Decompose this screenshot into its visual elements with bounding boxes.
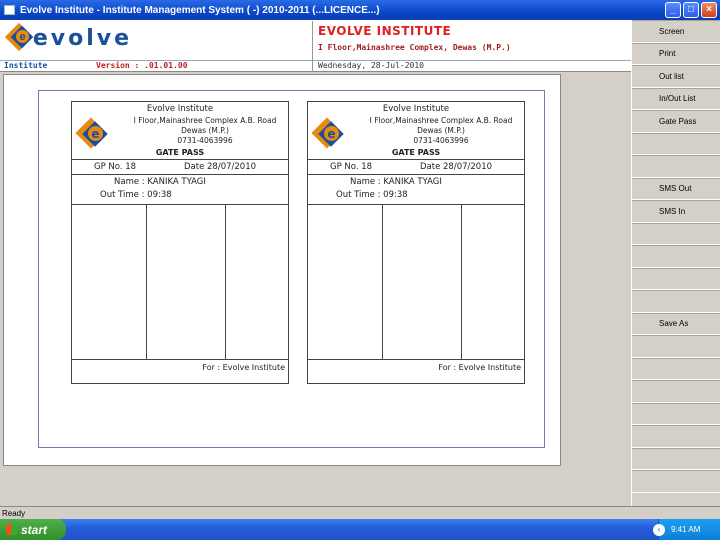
gp-number: GP No. 18 [330,162,373,172]
taskbar: start ‹ 9:41 AM [0,519,720,540]
status-text: Ready [2,508,26,518]
blank-button[interactable] [632,357,720,380]
blank-button[interactable] [632,402,720,425]
start-label: start [21,522,48,537]
report-viewer[interactable]: e Evolve Institute I Floor,Mainashree Co… [3,74,561,466]
blank-button[interactable] [632,470,720,493]
pass-number-row: GP No. 18 Date 28/07/2010 [72,160,288,175]
close-button[interactable]: × [701,2,717,18]
institute-label: Institute [4,61,48,70]
viewer-margin [561,74,629,466]
pass-date: Date 28/07/2010 [420,162,493,172]
window-controls: _ □ × [665,2,717,18]
pass-logo-icon: e [311,117,346,152]
pass-address: I Floor,Mainashree Complex A.B. Road Dew… [133,116,277,145]
pass-header: e Evolve Institute I Floor,Mainashree Co… [72,102,288,160]
save-as-button[interactable]: Save As [632,312,720,335]
window-title: Evolve Institute - Institute Management … [20,4,380,16]
blank-button[interactable] [632,335,720,358]
tray-arrow-icon[interactable]: ‹ [653,523,665,536]
app-header: e evolve EVOLVE INSTITUTE I Floor,Mainas… [0,20,631,72]
pass-header: e Evolve Institute I Floor,Mainashree Co… [308,102,524,160]
action-panel: Screen Print Out list In/Out List Gate P… [631,20,720,506]
out-time: Out Time : 09:38 [100,190,172,200]
pass-footer: For : Evolve Institute [308,360,524,383]
evolve-logo: e evolve [4,22,132,53]
student-name: Name : KANIKA TYAGI [114,177,206,187]
pass-title: GATE PASS [391,148,441,157]
clock: 9:41 AM [671,525,701,534]
system-tray: ‹ 9:41 AM [653,519,720,540]
logo-mark-icon: e [4,22,34,52]
pass-signature: For : Evolve Institute [438,363,521,372]
institute-address: I Floor,Mainashree Complex, Dewas (M.P.) [318,43,511,52]
in-out-list-button[interactable]: In/Out List [632,87,720,110]
pass-address: I Floor,Mainashree Complex A.B. Road Dew… [369,116,513,145]
blank-button[interactable] [632,132,720,155]
out-time: Out Time : 09:38 [336,190,408,200]
pass-signature: For : Evolve Institute [202,363,285,372]
blank-button[interactable] [632,155,720,178]
logo-text: evolve [32,25,132,51]
pass-info-row: Name : KANIKA TYAGI Out Time : 09:38 [72,175,288,205]
pass-footer: For : Evolve Institute [72,360,288,383]
title-bar[interactable]: Evolve Institute - Institute Management … [0,0,720,20]
pass-institute-name: Evolve Institute [382,104,450,114]
blank-button[interactable] [632,290,720,313]
pass-logo-icon: e [75,117,110,152]
header-divider [312,21,313,72]
blank-button[interactable] [632,425,720,448]
pass-info-row: Name : KANIKA TYAGI Out Time : 09:38 [308,175,524,205]
blank-button[interactable] [632,267,720,290]
version-label: Version : .01.01.00 [96,61,188,70]
blank-button[interactable] [632,380,720,403]
windows-flag-icon [6,524,17,535]
app-icon [4,5,15,15]
minimize-button[interactable]: _ [665,2,681,18]
maximize-button[interactable]: □ [683,2,699,18]
info-row: Institute Version : .01.01.00 Wednesday,… [0,21,631,72]
sms-out-button[interactable]: SMS Out [632,177,720,200]
current-date: Wednesday, 28-Jul-2010 [318,61,424,70]
report-page: e Evolve Institute I Floor,Mainashree Co… [38,90,545,448]
sms-in-button[interactable]: SMS In [632,200,720,223]
out-list-button[interactable]: Out list [632,65,720,88]
pass-grid [308,205,524,360]
gate-pass-card: e Evolve Institute I Floor,Mainashree Co… [71,101,289,384]
blank-button[interactable] [632,245,720,268]
start-button[interactable]: start [0,519,66,540]
screen-button[interactable]: Screen [632,20,720,43]
pass-institute-name: Evolve Institute [146,104,214,114]
blank-button[interactable] [632,222,720,245]
gate-pass-card: e Evolve Institute I Floor,Mainashree Co… [307,101,525,384]
pass-title: GATE PASS [155,148,205,157]
pass-date: Date 28/07/2010 [184,162,257,172]
blank-button[interactable] [632,447,720,470]
pass-grid [72,205,288,360]
status-bar: Ready [0,506,720,519]
student-name: Name : KANIKA TYAGI [350,177,442,187]
institute-name: EVOLVE INSTITUTE [318,24,452,38]
print-button[interactable]: Print [632,42,720,65]
gate-pass-button[interactable]: Gate Pass [632,110,720,133]
pass-number-row: GP No. 18 Date 28/07/2010 [308,160,524,175]
gp-number: GP No. 18 [94,162,137,172]
